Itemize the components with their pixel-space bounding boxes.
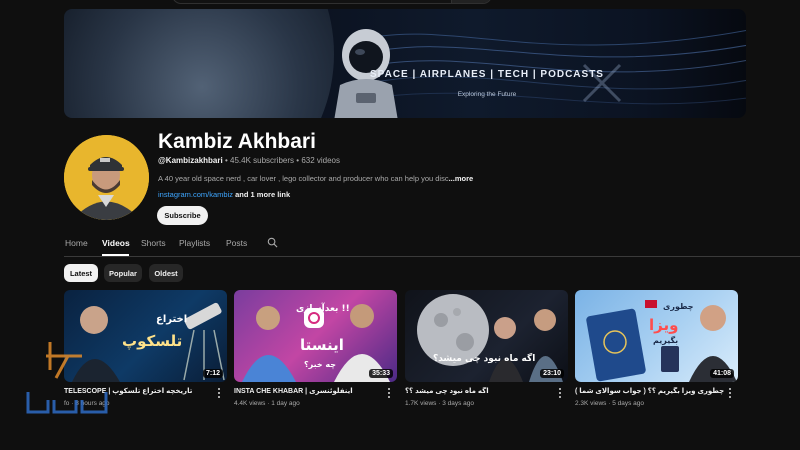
chip-popular[interactable]: Popular — [104, 264, 142, 282]
light-waves-graphic — [364, 29, 746, 105]
subscriber-count: 45.4K subscribers — [230, 156, 295, 165]
video-card[interactable]: بعدآسازی !! اینستا چه خبر؟ 35:33 INSTA C… — [234, 290, 397, 407]
thumb-caption: تلسکوپ — [122, 332, 183, 350]
avatar-photo — [64, 135, 149, 220]
channel-meta: @Kambizakhbari • 45.4K subscribers • 632… — [158, 156, 340, 165]
channel-name: Kambiz Akhbari — [158, 130, 316, 153]
video-views: 2.3K views — [575, 400, 607, 407]
channel-handle: @Kambizakhbari — [158, 156, 223, 165]
meta-separator: • — [224, 156, 228, 165]
thumb-caption-secondary: اختراع — [156, 314, 188, 325]
video-title[interactable]: INSTA CHE KHABAR | اینفلوئنسری — [234, 387, 384, 395]
video-card[interactable]: ویزا چطوری بگیریم 41:08 چطوری ویزا بگیری… — [575, 290, 738, 407]
video-duration: 7:12 — [202, 369, 223, 378]
chip-oldest[interactable]: Oldest — [149, 264, 183, 282]
video-meta: 2.3K views · 5 days ago — [575, 400, 645, 407]
more-actions-icon[interactable] — [387, 387, 391, 399]
chip-latest[interactable]: Latest — [64, 264, 98, 282]
video-thumbnail[interactable]: اگه ماه نبود چی میشد؟ 23:10 — [405, 290, 568, 382]
x-logo-icon — [582, 63, 622, 103]
channel-tabs: Home Videos Shorts Playlists Posts — [64, 232, 800, 257]
thumb-caption: بعدآسازی !! — [296, 304, 350, 314]
video-age: 1 day ago — [271, 400, 300, 407]
banner-subtitle: Exploring the Future — [457, 91, 517, 98]
planet-graphic — [64, 9, 334, 118]
video-title[interactable]: چطوری ویزا بگیریم ؟؟ ( جواب سوالای شما ) — [575, 387, 725, 395]
search-bar[interactable] — [172, 0, 492, 4]
video-thumbnail[interactable]: بعدآسازی !! اینستا چه خبر؟ 35:33 — [234, 290, 397, 382]
tab-shorts[interactable]: Shorts — [141, 238, 166, 248]
video-age: 5 days ago — [612, 400, 645, 407]
video-views: 1.7K views — [405, 400, 437, 407]
thumb-caption-tertiary: چه خبر؟ — [304, 360, 337, 369]
video-age: 3 days ago — [442, 400, 475, 407]
meta-separator: • — [296, 156, 300, 165]
search-icon[interactable] — [267, 237, 278, 248]
watermark-logo — [26, 342, 108, 414]
thumb-caption: ویزا — [649, 316, 679, 334]
more-links-link[interactable]: and 1 more link — [235, 190, 290, 199]
video-count: 632 videos — [301, 156, 341, 165]
more-actions-icon[interactable] — [728, 387, 732, 399]
description-text: A 40 year old space nerd , car lover , l… — [158, 174, 449, 183]
video-duration: 41:08 — [710, 369, 734, 378]
tab-playlists[interactable]: Playlists — [179, 238, 210, 248]
instagram-link[interactable]: instagram.com/kambiz — [158, 190, 233, 199]
thumb-caption-tertiary: بگیریم — [653, 336, 679, 345]
active-tab-indicator — [102, 254, 129, 256]
video-title[interactable]: اگه ماه نبود چی میشد ؟؟ — [405, 387, 555, 395]
thumb-caption-secondary: اینستا — [300, 336, 344, 354]
channel-links: instagram.com/kambiz and 1 more link — [158, 190, 290, 199]
tab-posts[interactable]: Posts — [226, 238, 247, 248]
tab-videos[interactable]: Videos — [102, 238, 130, 248]
video-thumbnail[interactable]: ویزا چطوری بگیریم 41:08 — [575, 290, 738, 382]
video-meta: 4.4K views · 1 day ago — [234, 400, 300, 407]
channel-description[interactable]: A 40 year old space nerd , car lover , l… — [158, 174, 473, 183]
video-card[interactable]: اگه ماه نبود چی میشد؟ 23:10 اگه ماه نبود… — [405, 290, 568, 407]
video-duration: 23:10 — [540, 369, 564, 378]
channel-avatar[interactable] — [64, 135, 149, 220]
channel-banner: SPACE | AIRPLANES | TECH | PODCASTS Expl… — [64, 9, 746, 118]
search-button[interactable] — [451, 0, 491, 3]
video-meta: 1.7K views · 3 days ago — [405, 400, 475, 407]
more-actions-icon[interactable] — [217, 387, 221, 399]
subscribe-button[interactable]: Subscribe — [157, 206, 208, 225]
video-duration: 35:33 — [369, 369, 393, 378]
video-views: 4.4K views — [234, 400, 266, 407]
more-actions-icon[interactable] — [558, 387, 562, 399]
tab-home[interactable]: Home — [65, 238, 88, 248]
thumb-caption: اگه ماه نبود چی میشد؟ — [433, 354, 536, 364]
banner-tagline: SPACE | AIRPLANES | TECH | PODCASTS — [370, 69, 604, 80]
thumb-caption-secondary: چطوری — [663, 302, 694, 311]
more-link[interactable]: ...more — [449, 174, 474, 183]
